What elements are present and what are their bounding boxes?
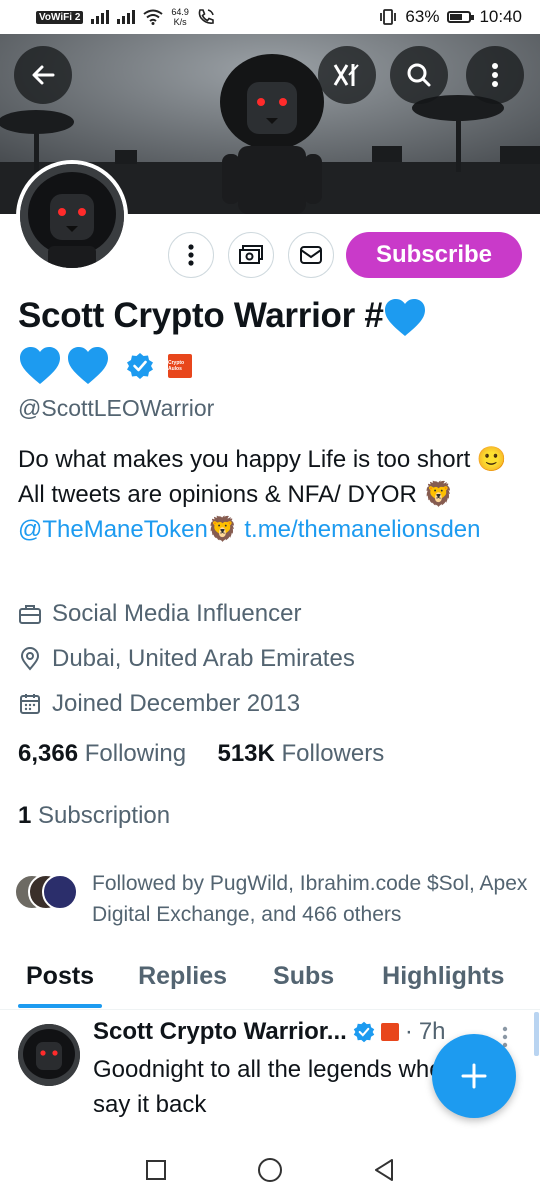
affiliate-badge-text: Crypto Aulos xyxy=(168,360,185,372)
net-speed-value: 64.9 xyxy=(171,7,189,17)
profile-name-text: Scott Crypto Warrior # xyxy=(18,296,384,335)
arrow-left-icon xyxy=(32,65,55,85)
following-label: Following xyxy=(84,740,187,767)
bio-url-link[interactable]: t.me/themanelionsden xyxy=(237,516,481,543)
blue-heart-icon xyxy=(385,298,426,336)
affiliate-badge-icon xyxy=(380,1023,399,1041)
profile-tabs: Posts Replies Subs Highlights xyxy=(0,952,540,1010)
followers-label: Followers xyxy=(281,740,385,767)
status-right: 63% 10:40 xyxy=(379,7,522,27)
recent-apps-icon[interactable] xyxy=(145,1159,167,1181)
subscription-label: Subscription xyxy=(38,802,171,829)
tweet-author-avatar[interactable] xyxy=(18,1024,80,1086)
blue-heart-icon xyxy=(20,347,60,384)
message-button[interactable] xyxy=(288,232,334,278)
subscription-count: 1 xyxy=(18,802,32,829)
subscriptions-link[interactable]: 1 Subscription xyxy=(18,802,170,830)
bio-url-part-a: t.me/ xyxy=(237,516,298,543)
bio-text-a: Do what makes you happy Life is too shor… xyxy=(18,446,477,473)
tweet-text: Goodnight to all the legends who say it … xyxy=(93,1056,443,1118)
profile-name: Scott Crypto Warrior # xyxy=(18,292,528,340)
battery-icon xyxy=(447,11,475,23)
profile-location: Dubai, United Arab Emirates xyxy=(18,645,355,673)
battery-percent: 63% xyxy=(405,7,440,26)
avatar-lion-image xyxy=(20,164,124,268)
location-text: Dubai, United Arab Emirates xyxy=(52,645,355,672)
followers-count: 513K xyxy=(217,740,275,767)
wifi-calling-icon xyxy=(198,9,214,24)
tip-button[interactable] xyxy=(228,232,274,278)
active-tab-indicator xyxy=(18,1004,102,1008)
bio-mention-link[interactable]: @TheManeToken xyxy=(18,516,208,543)
following-link[interactable]: 6,366 Following xyxy=(18,740,186,767)
signal-icon xyxy=(91,10,110,24)
signal-icon-2 xyxy=(117,10,136,24)
back-button[interactable] xyxy=(14,46,72,104)
joined-text: Joined December 2013 xyxy=(52,690,301,717)
more-options-button[interactable] xyxy=(466,46,524,104)
followed-by-text: Followed by PugWild, Ibrahim.code $Sol, … xyxy=(92,872,528,926)
following-count: 6,366 xyxy=(18,740,79,767)
verified-badge-icon[interactable] xyxy=(126,352,154,380)
followers-link[interactable]: 513K Followers xyxy=(217,740,384,767)
profile-more-button[interactable] xyxy=(168,232,214,278)
calendar-icon xyxy=(20,694,40,714)
system-navigation-bar xyxy=(0,1140,540,1200)
grok-icon xyxy=(333,64,359,86)
category-text: Social Media Influencer xyxy=(52,600,302,627)
money-icon xyxy=(239,245,263,264)
mail-icon xyxy=(300,246,322,264)
briefcase-icon xyxy=(19,605,41,624)
tab-posts[interactable]: Posts xyxy=(26,952,94,1009)
profile-bio: Do what makes you happy Life is too shor… xyxy=(18,442,523,547)
tab-subs[interactable]: Subs xyxy=(273,952,334,1009)
clock: 10:40 xyxy=(479,7,522,26)
affiliate-badge[interactable]: Crypto Aulos xyxy=(168,354,192,378)
wifi-icon xyxy=(143,9,164,25)
more-vertical-icon xyxy=(188,244,194,266)
follower-avatars xyxy=(14,874,80,914)
search-icon xyxy=(407,63,431,87)
vibrate-icon xyxy=(380,9,397,25)
verified-badge-icon xyxy=(353,1021,375,1043)
grok-button[interactable] xyxy=(318,46,376,104)
search-button[interactable] xyxy=(390,46,448,104)
profile-category: Social Media Influencer xyxy=(18,600,301,628)
plus-icon xyxy=(461,1063,487,1089)
profile-handle: @ScottLEOWarrior xyxy=(18,395,215,421)
profile-name-badges: Crypto Aulos xyxy=(18,342,192,390)
tab-replies[interactable]: Replies xyxy=(138,952,227,1009)
location-pin-icon xyxy=(20,647,40,671)
compose-button[interactable] xyxy=(432,1034,516,1118)
bio-text-b: All tweets are opinions & NFA/ DYOR xyxy=(18,481,424,508)
bio-url-part-b: themanelionsden xyxy=(297,516,481,543)
tab-highlights[interactable]: Highlights xyxy=(382,952,504,1009)
avatar xyxy=(42,874,78,910)
back-nav-icon[interactable] xyxy=(373,1158,395,1182)
followed-by[interactable]: Followed by PugWild, Ibrahim.code $Sol, … xyxy=(14,868,534,930)
tweet-header: Scott Crypto Warrior... · 7h xyxy=(93,1018,446,1046)
net-speed: 64.9 K/s xyxy=(171,7,189,27)
home-icon[interactable] xyxy=(257,1157,283,1183)
tweet-timestamp: 7h xyxy=(418,1018,446,1045)
lion-emoji: 🦁 xyxy=(423,481,454,508)
profile-joined: Joined December 2013 xyxy=(18,690,300,718)
status-left: VoWiFi 2 64.9 K/s xyxy=(36,7,215,27)
scrollbar[interactable] xyxy=(534,1012,539,1056)
status-bar: VoWiFi 2 64.9 K/s 63% 10:40 xyxy=(0,0,540,34)
profile-avatar[interactable] xyxy=(16,160,128,272)
tweet-author-name[interactable]: Scott Crypto Warrior... xyxy=(93,1018,347,1046)
blue-heart-icon xyxy=(68,347,108,384)
avatar-lion-image xyxy=(18,1024,80,1086)
smile-emoji: 🙂 xyxy=(476,446,507,473)
banner-lion-figure xyxy=(220,54,324,214)
subscribe-button[interactable]: Subscribe xyxy=(346,232,522,278)
vowifi-badge: VoWiFi 2 xyxy=(36,10,84,24)
more-vertical-icon xyxy=(492,63,498,87)
lion-emoji: 🦁 xyxy=(207,516,238,543)
follow-stats: 6,366 Following 513K Followers xyxy=(18,740,384,768)
net-speed-unit: K/s xyxy=(173,17,187,27)
tweet-time-separator: · xyxy=(404,1018,413,1045)
